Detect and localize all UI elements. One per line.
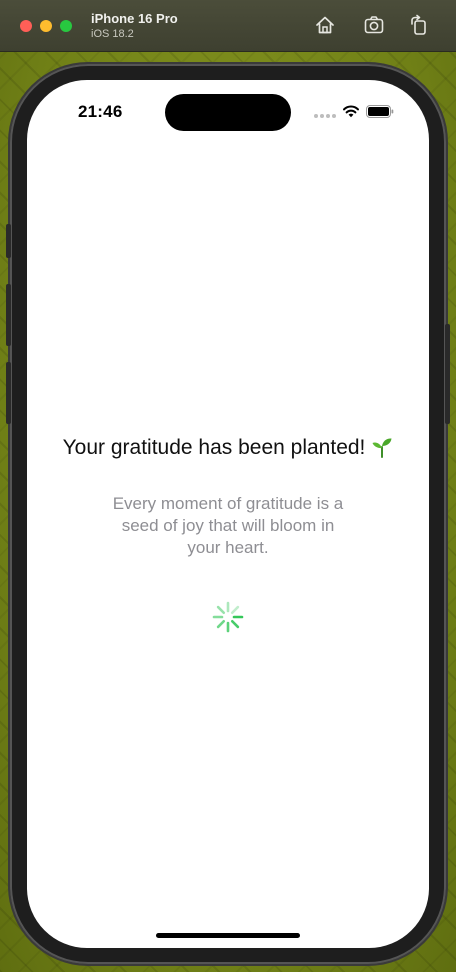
screenshot-icon[interactable]: [363, 14, 385, 36]
rotate-icon[interactable]: [408, 14, 430, 36]
status-bar-time: 21:46: [78, 102, 123, 121]
iphone-device-frame: 21:46 Your gratitude has been planted! E…: [6, 64, 450, 964]
side-power-button[interactable]: [445, 324, 450, 424]
spinner-spoke: [216, 605, 226, 615]
activity-spinner: [212, 601, 244, 633]
spinner-spoke: [230, 605, 240, 615]
phone-screen: 21:46 Your gratitude has been planted! E…: [27, 80, 429, 948]
volume-up-button[interactable]: [6, 284, 11, 346]
simulator-title-bar: iPhone 16 Pro iOS 18.2: [0, 0, 456, 52]
window-minimize-button[interactable]: [40, 20, 52, 32]
spinner-spoke: [230, 619, 240, 629]
home-indicator[interactable]: [156, 933, 300, 938]
confirmation-headline: Your gratitude has been planted!: [27, 436, 429, 460]
device-name: iPhone 16 Pro: [91, 11, 178, 26]
volume-down-button[interactable]: [6, 362, 11, 424]
headline-text: Your gratitude has been planted!: [62, 436, 366, 459]
home-icon[interactable]: [314, 14, 336, 36]
wifi-icon: [343, 105, 359, 118]
sprout-icon: [372, 438, 392, 458]
battery-icon: [366, 105, 394, 118]
window-zoom-button[interactable]: [60, 20, 72, 32]
os-version: iOS 18.2: [91, 28, 134, 40]
dynamic-island: [165, 94, 291, 131]
action-button[interactable]: [6, 224, 11, 258]
spinner-spoke: [216, 619, 226, 629]
window-close-button[interactable]: [20, 20, 32, 32]
signal-dots-icon: [314, 114, 336, 118]
encouragement-message: Every moment of gratitude is a seed of j…: [112, 494, 344, 557]
